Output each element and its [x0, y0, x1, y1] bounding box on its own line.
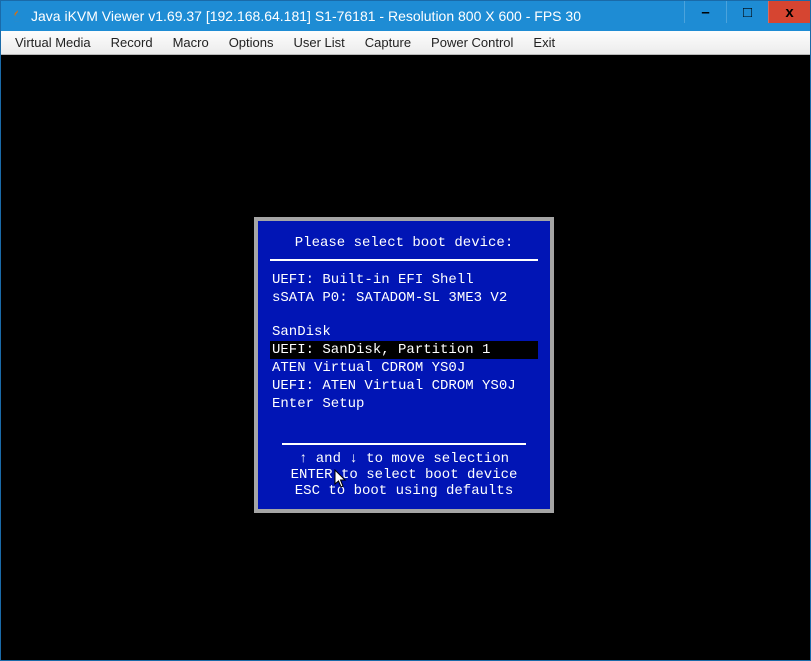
boot-device-list: UEFI: Built-in EFI Shell sSATA P0: SATAD… — [258, 271, 550, 413]
window-controls: – □ x — [684, 1, 810, 31]
menu-user-list[interactable]: User List — [284, 32, 355, 53]
help-line: ENTER to select boot device — [270, 467, 538, 483]
menu-macro[interactable]: Macro — [163, 32, 219, 53]
close-button[interactable]: x — [768, 1, 810, 23]
ikvm-window: Java iKVM Viewer v1.69.37 [192.168.64.18… — [0, 0, 811, 661]
titlebar: Java iKVM Viewer v1.69.37 [192.168.64.18… — [1, 1, 810, 31]
menu-record[interactable]: Record — [101, 32, 163, 53]
menu-capture[interactable]: Capture — [355, 32, 421, 53]
help-line: ↑ and ↓ to move selection — [270, 451, 538, 467]
boot-dialog-title: Please select boot device: — [258, 231, 550, 259]
boot-option[interactable]: Enter Setup — [270, 395, 538, 413]
divider — [282, 443, 526, 445]
boot-device-dialog: Please select boot device: UEFI: Built-i… — [254, 217, 554, 513]
window-title: Java iKVM Viewer v1.69.37 [192.168.64.18… — [31, 8, 684, 24]
help-line: ESC to boot using defaults — [270, 483, 538, 499]
menubar: Virtual Media Record Macro Options User … — [1, 31, 810, 55]
minimize-button[interactable]: – — [684, 1, 726, 23]
boot-option-selected[interactable]: UEFI: SanDisk, Partition 1 — [270, 341, 538, 359]
boot-option[interactable]: ATEN Virtual CDROM YS0J — [270, 359, 538, 377]
menu-virtual-media[interactable]: Virtual Media — [5, 32, 101, 53]
boot-help: ↑ and ↓ to move selection ENTER to selec… — [258, 443, 550, 499]
maximize-button[interactable]: □ — [726, 1, 768, 23]
menu-exit[interactable]: Exit — [523, 32, 565, 53]
menu-power-control[interactable]: Power Control — [421, 32, 523, 53]
boot-option[interactable]: UEFI: ATEN Virtual CDROM YS0J — [270, 377, 538, 395]
menu-options[interactable]: Options — [219, 32, 284, 53]
boot-option[interactable]: sSATA P0: SATADOM-SL 3ME3 V2 — [270, 289, 538, 307]
remote-console-viewport[interactable]: Please select boot device: UEFI: Built-i… — [1, 55, 810, 660]
divider — [270, 259, 538, 261]
java-icon — [9, 8, 25, 24]
boot-option-blank — [270, 307, 538, 323]
boot-option[interactable]: SanDisk — [270, 323, 538, 341]
boot-option[interactable]: UEFI: Built-in EFI Shell — [270, 271, 538, 289]
